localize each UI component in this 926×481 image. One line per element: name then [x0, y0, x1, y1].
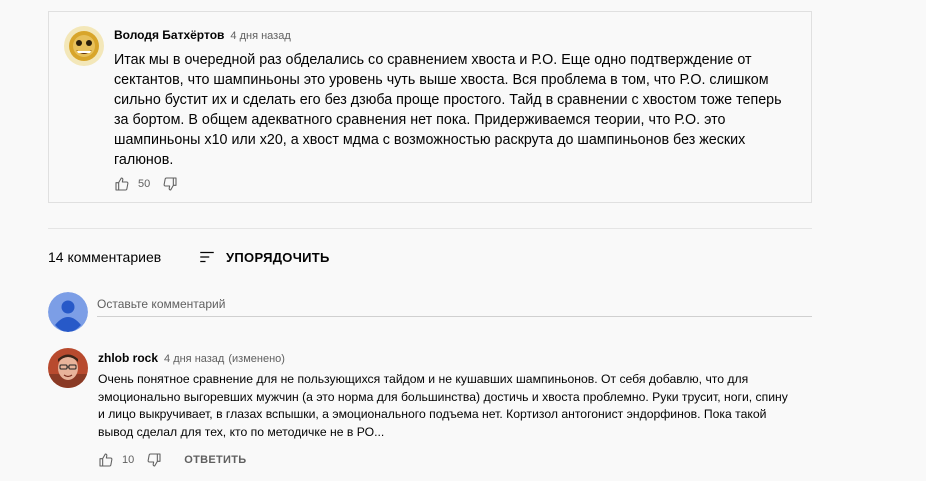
sort-icon	[200, 251, 214, 263]
like-count: 50	[138, 178, 151, 190]
avatar[interactable]	[48, 348, 88, 388]
highlighted-comment: Володя Батхёртов 4 дня назад Итак мы в оч…	[48, 11, 812, 203]
comment-actions: 50	[114, 176, 178, 192]
comment-time[interactable]: 4 дня назад	[230, 30, 290, 42]
comment-input[interactable]	[97, 292, 812, 317]
comments-count: 14 комментариев	[48, 249, 162, 265]
default-avatar-icon	[48, 292, 88, 332]
thumb-down-icon[interactable]	[162, 176, 178, 192]
comment-header: Володя Батхёртов 4 дня назад	[114, 28, 291, 42]
comment-text: Итак мы в очередной раз обделались со ср…	[114, 52, 782, 168]
reply-button[interactable]: ОТВЕТИТЬ	[184, 454, 246, 466]
comment-actions: 10 ОТВЕТИТЬ	[98, 452, 246, 468]
thumb-up-icon[interactable]	[114, 176, 130, 192]
sort-label: УПОРЯДОЧИТЬ	[226, 249, 330, 265]
thumb-up-icon[interactable]	[98, 452, 114, 468]
thumb-down-icon[interactable]	[146, 452, 162, 468]
comment-time[interactable]: 4 дня назад	[164, 353, 224, 365]
section-divider	[48, 228, 812, 229]
comment-author[interactable]: zhlob rock	[98, 351, 158, 365]
avatar[interactable]	[64, 26, 104, 66]
like-count: 10	[122, 454, 135, 466]
comment-text: Очень понятное сравнение для не пользующ…	[98, 372, 788, 439]
comment-author[interactable]: Володя Батхёртов	[114, 28, 224, 42]
edited-label: (изменено)	[228, 353, 285, 365]
sort-button[interactable]: УПОРЯДОЧИТЬ	[198, 248, 330, 266]
comment-header: zhlob rock 4 дня назад (изменено)	[98, 351, 285, 365]
